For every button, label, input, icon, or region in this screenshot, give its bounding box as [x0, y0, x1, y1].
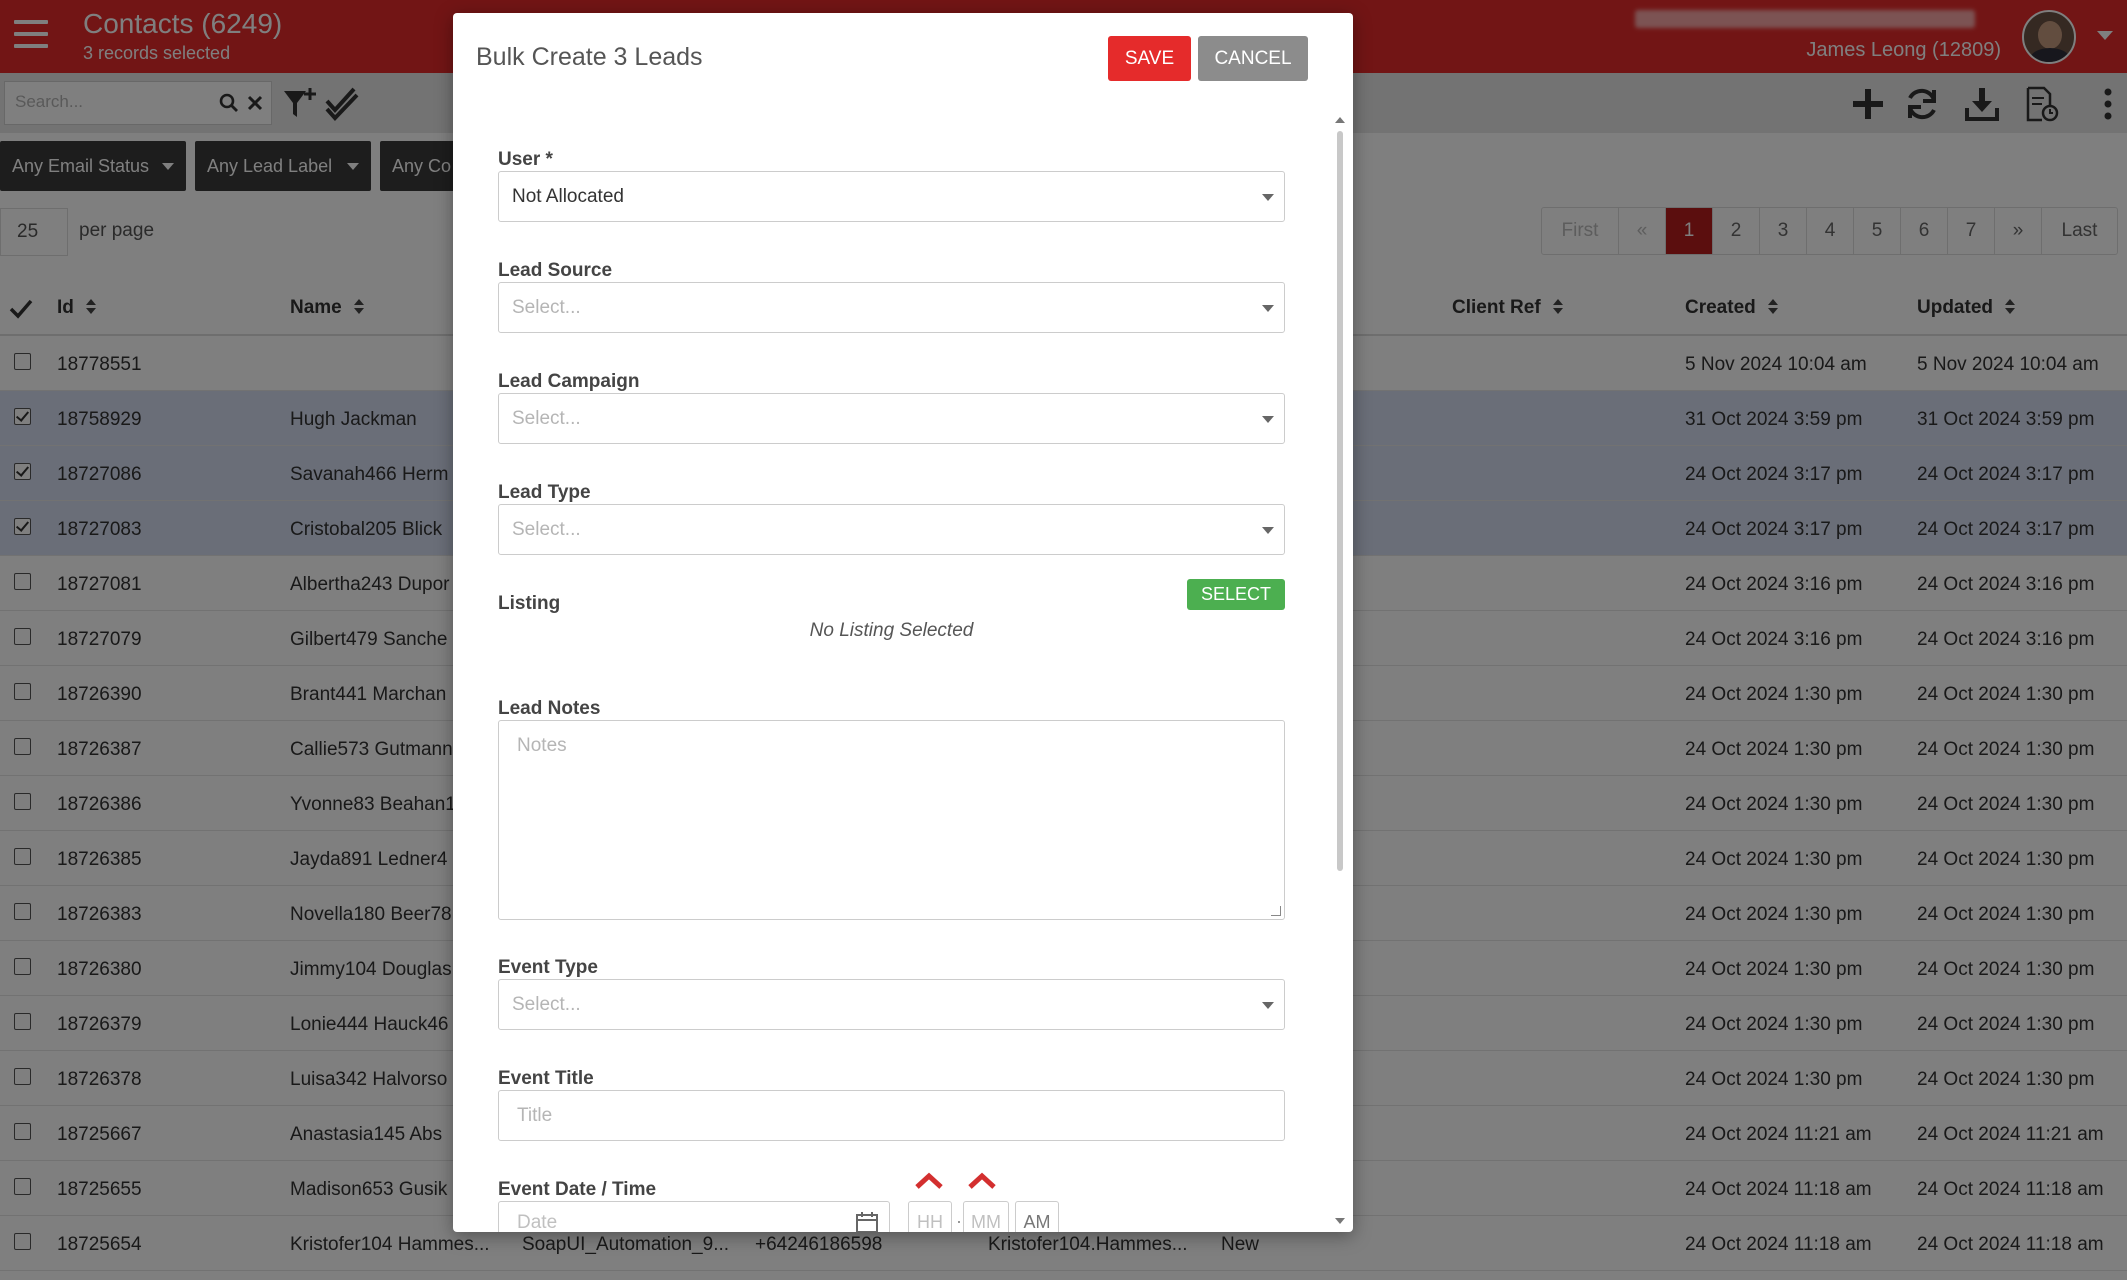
lead-notes-textarea[interactable]: Notes [498, 720, 1285, 920]
event-date-input[interactable]: Date [498, 1201, 890, 1232]
no-listing-text: No Listing Selected [809, 620, 974, 641]
user-select[interactable]: Not Allocated [498, 171, 1285, 222]
chevron-down-icon [1262, 1002, 1274, 1009]
scroll-up-icon[interactable] [1335, 117, 1345, 123]
notes-placeholder: Notes [517, 735, 567, 756]
lead-campaign-label: Lead Campaign [498, 371, 640, 392]
app-page: Contacts (6249) 3 records selected James… [0, 0, 2127, 1280]
minute-increment-icon[interactable] [967, 1171, 997, 1191]
event-title-label: Event Title [498, 1068, 594, 1089]
lead-source-placeholder: Select... [512, 297, 581, 318]
chevron-down-icon [1262, 416, 1274, 423]
cancel-button[interactable]: CANCEL [1198, 36, 1308, 81]
select-listing-button[interactable]: SELECT [1187, 579, 1285, 610]
lead-type-placeholder: Select... [512, 519, 581, 540]
event-title-input[interactable]: Title [498, 1090, 1285, 1141]
chevron-down-icon [1262, 194, 1274, 201]
lead-type-label: Lead Type [498, 482, 591, 503]
lead-notes-label: Lead Notes [498, 698, 601, 719]
event-datetime-label: Event Date / Time [498, 1179, 657, 1200]
lead-type-select[interactable]: Select... [498, 504, 1285, 555]
lead-campaign-placeholder: Select... [512, 408, 581, 429]
minute-input[interactable]: MM [963, 1201, 1009, 1232]
modal-scrollbar-thumb[interactable] [1337, 131, 1343, 871]
lead-source-select[interactable]: Select... [498, 282, 1285, 333]
event-type-placeholder: Select... [512, 994, 581, 1015]
date-placeholder: Date [517, 1212, 558, 1232]
user-label: User * [498, 149, 553, 170]
ampm-toggle[interactable]: AM [1015, 1201, 1059, 1232]
scroll-down-icon[interactable] [1335, 1218, 1345, 1224]
hour-input[interactable]: HH [908, 1201, 952, 1232]
event-type-select[interactable]: Select... [498, 979, 1285, 1030]
chevron-down-icon [1262, 527, 1274, 534]
dialog-title: Bulk Create 3 Leads [476, 43, 703, 71]
event-type-label: Event Type [498, 957, 598, 978]
bulk-create-leads-dialog: Bulk Create 3 Leads SAVE CANCEL User * N… [453, 13, 1353, 1232]
time-separator: · [956, 1211, 962, 1231]
chevron-down-icon [1262, 305, 1274, 312]
save-button[interactable]: SAVE [1108, 36, 1191, 81]
calendar-icon[interactable] [855, 1211, 879, 1232]
listing-label: Listing [498, 593, 561, 614]
title-placeholder: Title [517, 1105, 553, 1126]
user-select-value: Not Allocated [512, 186, 624, 207]
lead-campaign-select[interactable]: Select... [498, 393, 1285, 444]
hour-increment-icon[interactable] [914, 1171, 944, 1191]
resize-handle-icon[interactable] [1271, 906, 1281, 916]
lead-source-label: Lead Source [498, 260, 613, 281]
